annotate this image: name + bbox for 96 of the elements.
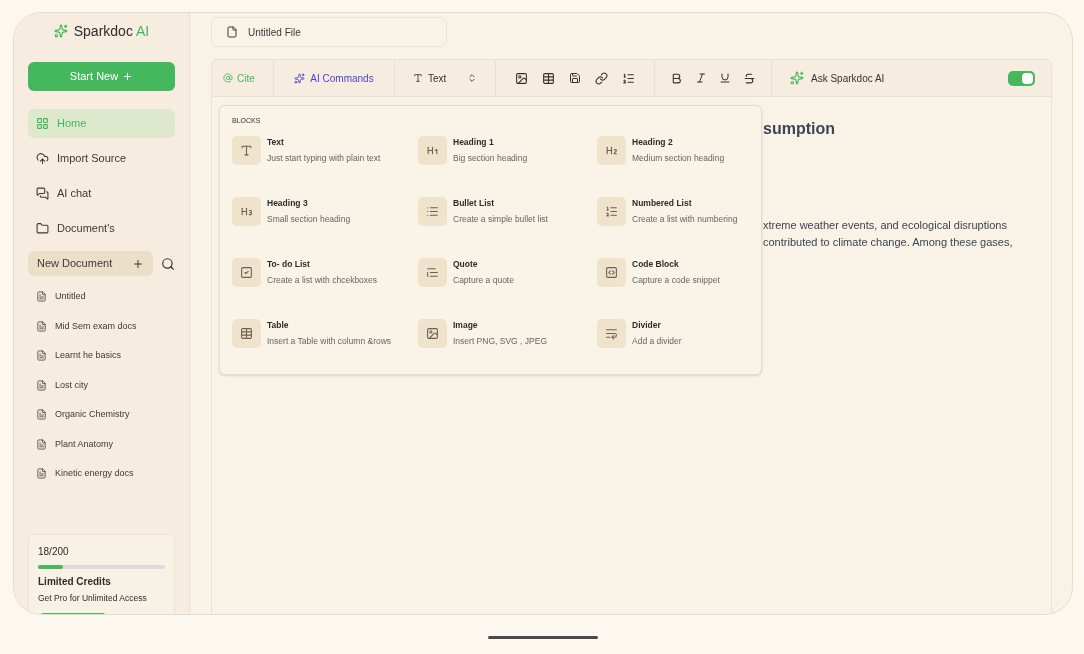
plus-icon (132, 257, 144, 270)
heading-one-icon (418, 136, 447, 165)
checkbox-icon (232, 258, 261, 287)
block-title: Bullet List (453, 197, 496, 210)
block-title: Text (267, 136, 285, 149)
toggle-switch[interactable] (1008, 70, 1035, 86)
text-format-dropdown[interactable]: Text (395, 60, 496, 96)
block-option[interactable]: Code Block Capture a code snippet (597, 256, 749, 289)
block-description: Insert a Table with column &rows (267, 335, 392, 348)
nav-item[interactable]: Document's (28, 214, 175, 243)
plus-icon (122, 71, 134, 82)
file-title-field[interactable]: Untitled File (211, 17, 447, 47)
block-description: Insert PNG, SVG , JPEG (453, 335, 547, 348)
block-title: Heading 3 (267, 197, 309, 210)
nav-item[interactable]: Import Source (28, 144, 175, 173)
numbered-list-icon[interactable] (622, 71, 635, 85)
document-text-line: xtreme weather events, and ecological disruptions (763, 218, 1008, 233)
sparkle-icon (294, 72, 306, 84)
block-option[interactable]: Table Insert a Table with column &rows (232, 317, 418, 350)
block-description: Create a simple bullet list (453, 213, 548, 226)
document-icon (36, 468, 47, 480)
document-item[interactable]: Untitled (28, 282, 175, 312)
block-title: Image (453, 319, 479, 332)
document-icon (36, 409, 47, 421)
heading-two-icon (597, 136, 626, 165)
italic-icon[interactable] (695, 72, 707, 84)
bullet-list-icon (418, 197, 447, 226)
chevrons-icon (467, 73, 477, 83)
block-title: Table (267, 319, 290, 332)
document-item[interactable]: Kinetic energy docs (28, 459, 175, 489)
text-icon (232, 136, 261, 165)
heading-three-icon (232, 197, 261, 226)
block-option[interactable]: Heading 3 Small section heading (232, 195, 418, 228)
block-option[interactable]: Bullet List Create a simple bullet list (418, 195, 597, 228)
block-description: Create a list with numbering (632, 213, 738, 226)
block-option[interactable]: Text Just start typing with plain text (232, 134, 418, 167)
block-description: Add a divider (632, 335, 682, 348)
document-text-line: contributed to climate change. Among these gases, (763, 235, 1014, 250)
block-title: Heading 2 (632, 136, 674, 149)
link-icon[interactable] (595, 71, 608, 85)
block-title: Heading 1 (453, 136, 495, 149)
underline-icon[interactable] (719, 72, 731, 84)
table-icon[interactable] (542, 71, 555, 85)
block-option[interactable]: Image Insert PNG, SVG , JPEG (418, 317, 597, 350)
document-item[interactable]: Mid Sem exam docs (28, 311, 175, 341)
block-description: Capture a quote (453, 274, 514, 287)
new-document-button[interactable]: New Document (28, 251, 153, 276)
block-description: Medium section heading (632, 152, 725, 165)
text-icon (413, 73, 423, 83)
sparkle-icon (53, 24, 68, 38)
at-icon (223, 73, 233, 83)
search-icon[interactable] (161, 256, 175, 271)
document-icon (36, 320, 47, 332)
credits-subtitle: Get Pro for Unlimited Access (38, 592, 148, 605)
document-item[interactable]: Organic Chemistry (28, 400, 175, 430)
save-icon[interactable] (569, 72, 581, 84)
app-logo: Sparkdoc AI (73, 21, 150, 41)
block-option[interactable]: Divider Add a divider (597, 317, 749, 350)
block-title: Numbered List (632, 197, 693, 210)
block-title: Code Block (632, 258, 680, 271)
document-icon (36, 350, 47, 362)
document-icon (36, 379, 47, 391)
bold-icon[interactable] (670, 71, 683, 85)
image-icon[interactable] (515, 71, 528, 85)
block-title: To- do List (267, 258, 311, 271)
strikethrough-icon[interactable] (743, 71, 756, 85)
document-icon (36, 291, 47, 303)
credits-title: Limited Credits (38, 575, 112, 589)
image-icon (418, 319, 447, 348)
block-description: Just start typing with plain text (267, 152, 381, 165)
credits-count: 18/200 (38, 545, 70, 559)
block-description: Create a list with chcekboxes (267, 274, 378, 287)
file-icon (226, 26, 238, 38)
document-item[interactable]: Lost city (28, 370, 175, 400)
document-item[interactable]: Plant Anatomy (28, 429, 175, 459)
document-item[interactable]: Learnt he basics (28, 341, 175, 371)
numbered-list-icon (597, 197, 626, 226)
block-option[interactable]: Numbered List Create a list with numbering (597, 195, 749, 228)
ask-ai-button[interactable]: Ask Sparkdoc AI (772, 60, 903, 96)
quote-icon (418, 258, 447, 287)
table-icon (232, 319, 261, 348)
block-description: Small section heading (267, 213, 351, 226)
nav-item[interactable]: AI chat (28, 179, 175, 208)
document-icon (36, 438, 47, 450)
ai-commands-button[interactable]: AI Commands (274, 60, 395, 96)
block-option[interactable]: Heading 1 Big section heading (418, 134, 597, 167)
block-title: Quote (453, 258, 479, 271)
code-icon (597, 258, 626, 287)
block-option[interactable]: Heading 2 Medium section heading (597, 134, 749, 167)
block-option[interactable]: To- do List Create a list with chcekboxes (232, 256, 418, 289)
block-description: Big section heading (453, 152, 528, 165)
document-heading: sumption (763, 119, 836, 139)
block-description: Capture a code snippet (632, 274, 720, 287)
block-option[interactable]: Quote Capture a quote (418, 256, 597, 289)
sparkle-icon (790, 71, 804, 85)
block-title: Divider (632, 319, 662, 332)
